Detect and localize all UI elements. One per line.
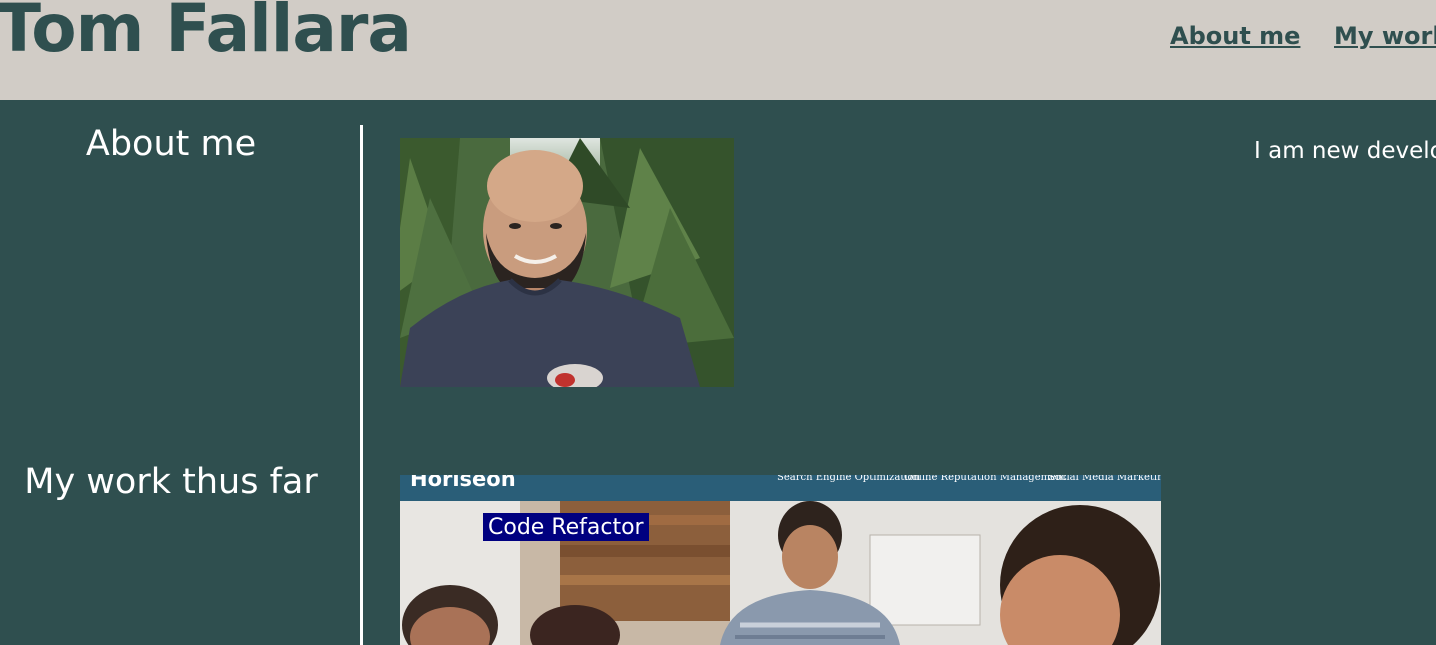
site-header: Tom Fallara About me My work: [0, 0, 1436, 100]
vertical-divider: [360, 125, 363, 645]
project-screenshot-brand: Horiseon: [410, 475, 516, 491]
about-heading: About me: [85, 124, 257, 164]
project-screenshot-nav-item: Search Engine Optimization: [777, 475, 921, 483]
project-screenshot-nav-item: Social Media Marketing: [1048, 475, 1161, 483]
about-intro-text: I am new develo: [1254, 138, 1436, 164]
project-screenshot-nav-item: Online Reputation Management: [904, 475, 1067, 483]
project-label[interactable]: Code Refactor: [483, 513, 649, 541]
site-title: Tom Fallara: [0, 0, 412, 67]
profile-photo: [400, 138, 734, 387]
nav-link-my-work[interactable]: My work: [1334, 22, 1436, 50]
work-heading: My work thus far: [24, 462, 318, 502]
project-screenshot-topbar: Horiseon Search Engine Optimization Onli…: [400, 475, 1161, 501]
project-card-code-refactor[interactable]: Horiseon Search Engine Optimization Onli…: [400, 475, 1161, 645]
nav-link-about-me[interactable]: About me: [1170, 22, 1300, 50]
